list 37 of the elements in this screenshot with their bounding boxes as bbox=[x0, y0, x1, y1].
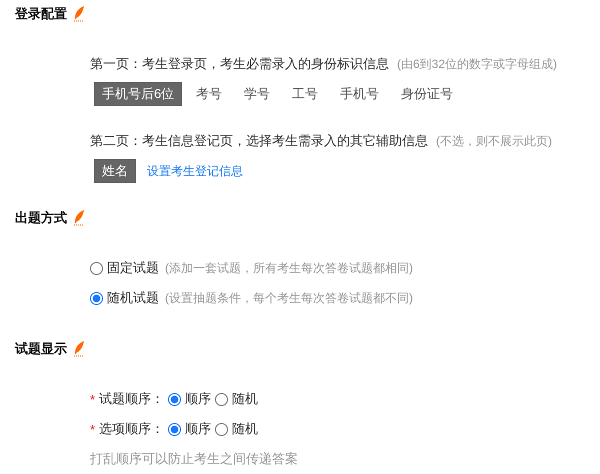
feather-icon bbox=[73, 341, 85, 357]
page-description: 第一页：考生登录页，考生必需录入的身份标识信息 bbox=[90, 55, 389, 73]
field-tag[interactable]: 身份证号 bbox=[390, 82, 464, 106]
section-title: 出题方式 bbox=[15, 209, 67, 227]
note-text: 打乱顺序可以防止考生之间传递答案 bbox=[90, 450, 299, 468]
radio-button[interactable] bbox=[168, 392, 182, 406]
radio-button[interactable] bbox=[90, 262, 103, 274]
setting-label: 选项顺序： bbox=[99, 420, 164, 438]
radio-button[interactable] bbox=[215, 392, 228, 406]
section-title: 试题显示 bbox=[15, 340, 67, 358]
radio-button[interactable] bbox=[215, 422, 228, 436]
setting-label: 试题顺序： bbox=[99, 390, 164, 408]
section-title: 登录配置 bbox=[15, 5, 67, 23]
radio-button[interactable] bbox=[168, 422, 182, 436]
radio-label[interactable]: 固定试题 bbox=[107, 259, 159, 277]
required-mark: * bbox=[90, 422, 96, 436]
page-description: 第二页：考生信息登记页，选择考生需录入的其它辅助信息 bbox=[90, 132, 428, 150]
radio-label[interactable]: 顺序 bbox=[185, 390, 212, 408]
radio-label[interactable]: 顺序 bbox=[185, 420, 212, 438]
feather-icon bbox=[73, 6, 85, 22]
hint-text: (设置抽题条件，每个考生每次答卷试题都不同) bbox=[165, 290, 413, 306]
radio-label[interactable]: 随机试题 bbox=[107, 289, 159, 307]
field-tag[interactable]: 姓名 bbox=[94, 159, 136, 183]
radio-label[interactable]: 随机 bbox=[232, 390, 258, 408]
required-mark: * bbox=[90, 392, 96, 406]
settings-link[interactable]: 设置考生登记信息 bbox=[147, 162, 243, 180]
feather-icon bbox=[73, 210, 85, 226]
hint-text: (由6到32位的数字或字母组成) bbox=[397, 56, 558, 72]
radio-label[interactable]: 随机 bbox=[232, 420, 258, 438]
hint-text: (添加一套试题，所有考生每次答卷试题都相同) bbox=[165, 260, 413, 276]
radio-button[interactable] bbox=[90, 292, 103, 304]
hint-text: (不选，则不展示此页) bbox=[436, 132, 552, 150]
field-tag[interactable]: 学号 bbox=[233, 82, 282, 106]
field-tag[interactable]: 手机号后6位 bbox=[94, 82, 182, 106]
field-tag[interactable]: 工号 bbox=[281, 82, 330, 106]
field-tag[interactable]: 考号 bbox=[185, 82, 234, 106]
field-tag[interactable]: 手机号 bbox=[329, 82, 390, 106]
